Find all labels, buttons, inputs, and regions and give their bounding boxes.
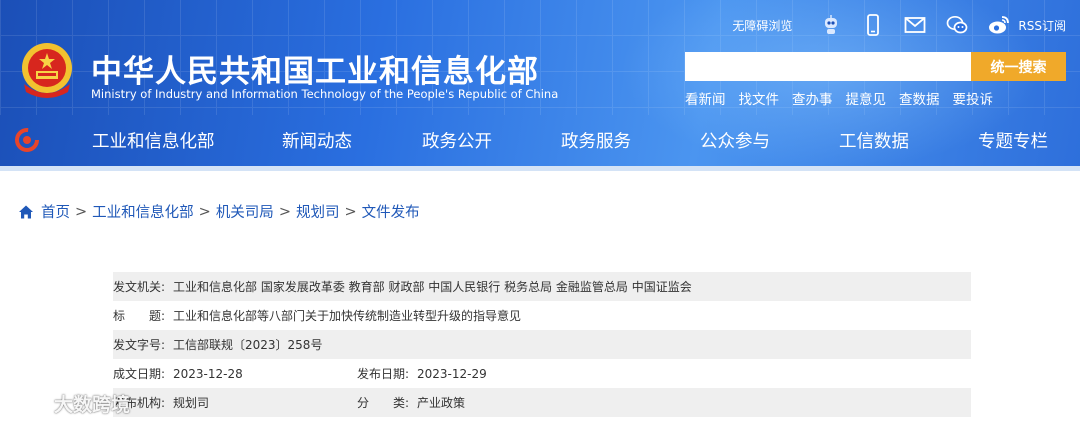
site-subtitle: Ministry of Industry and Information Tec… [91, 87, 559, 101]
nav-item-government-affairs[interactable]: 政务公开 [422, 128, 492, 153]
info-row-dates: 成文日期: 2023-12-28 发布日期: 2023-12-29 [113, 359, 971, 388]
issuer-label: 发文机关: [113, 280, 166, 294]
nav-item-public-participation[interactable]: 公众参与 [700, 128, 770, 153]
breadcrumb-departments[interactable]: 机关司局 [216, 201, 274, 222]
issuer-value: 工业和信息化部 国家发展改革委 教育部 财政部 中国人民银行 税务总局 金融监管… [173, 280, 692, 294]
national-emblem-icon [22, 43, 72, 98]
quick-link-services[interactable]: 查办事 [792, 88, 833, 108]
home-icon [19, 205, 33, 218]
robot-assistant-icon[interactable] [816, 12, 846, 38]
site-header: 中华人民共和国工业和信息化部 Ministry of Industry and … [0, 0, 1080, 171]
breadcrumb: 首页 > 工业和信息化部 > 机关司局 > 规划司 > 文件发布 [18, 201, 420, 222]
info-row-doc-number: 发文字号: 工信部联规〔2023〕258号 [113, 330, 971, 359]
quick-link-data[interactable]: 查数据 [899, 88, 940, 108]
rss-subscribe-link[interactable]: RSS订阅 [1018, 17, 1066, 34]
breadcrumb-home[interactable]: 首页 [41, 201, 70, 222]
breadcrumb-separator: > [198, 203, 211, 220]
ministry-logo-icon [15, 128, 39, 152]
publish-date-label: 发布日期: [357, 367, 410, 381]
unified-search-button[interactable]: 统一搜索 [971, 52, 1066, 81]
quick-link-complaint[interactable]: 要投诉 [953, 88, 994, 108]
wechat-icon[interactable] [942, 12, 972, 38]
breadcrumb-separator: > [344, 203, 357, 220]
nav-item-news[interactable]: 新闻动态 [282, 128, 352, 153]
nav-item-government-services[interactable]: 政务服务 [561, 128, 631, 153]
info-row-issuer: 发文机关: 工业和信息化部 国家发展改革委 教育部 财政部 中国人民银行 税务总… [113, 272, 971, 301]
search-input[interactable] [685, 52, 971, 81]
quick-links: 看新闻 找文件 查办事 提意见 查数据 要投诉 [685, 88, 1006, 108]
nav-item-industry-data[interactable]: 工信数据 [839, 128, 909, 153]
weibo-icon[interactable] [984, 12, 1014, 38]
site-title: 中华人民共和国工业和信息化部 [91, 54, 539, 90]
main-nav: 工业和信息化部 新闻动态 政务公开 政务服务 公众参与 工信数据 专题专栏 [0, 115, 1080, 165]
breadcrumb-separator: > [75, 203, 88, 220]
info-row-org-category: 发布机构: 规划司 分 类: 产业政策 [113, 388, 971, 417]
category-label: 分 类: [357, 396, 410, 410]
breadcrumb-planning-department[interactable]: 规划司 [296, 201, 340, 222]
breadcrumb-document-release[interactable]: 文件发布 [362, 201, 420, 222]
watermark: 大数跨境 [6, 388, 130, 418]
written-date-value: 2023-12-28 [173, 366, 243, 381]
publish-date-value: 2023-12-29 [417, 366, 487, 381]
title-value: 工业和信息化部等八部门关于加快传统制造业转型升级的指导意见 [173, 309, 522, 323]
org-value: 规划司 [173, 396, 210, 410]
doc-number-label: 发文字号: [113, 338, 166, 352]
nav-item-special-topics[interactable]: 专题专栏 [978, 128, 1048, 153]
category-value: 产业政策 [417, 396, 466, 410]
quick-link-feedback[interactable]: 提意见 [846, 88, 887, 108]
mobile-phone-icon[interactable] [858, 12, 888, 38]
nav-bottom-divider [0, 166, 1080, 171]
breadcrumb-separator: > [278, 203, 291, 220]
breadcrumb-ministry[interactable]: 工业和信息化部 [92, 201, 194, 222]
quick-link-news[interactable]: 看新闻 [685, 88, 726, 108]
mail-icon[interactable] [900, 12, 930, 38]
utility-bar: 无障碍浏览 RSS订阅 [732, 10, 1066, 40]
info-row-title: 标 题: 工业和信息化部等八部门关于加快传统制造业转型升级的指导意见 [113, 301, 971, 330]
title-label: 标 题: [113, 309, 166, 323]
quick-link-files[interactable]: 找文件 [739, 88, 780, 108]
watermark-text: 大数跨境 [54, 393, 131, 416]
document-info-table: 发文机关: 工业和信息化部 国家发展改革委 教育部 财政部 中国人民银行 税务总… [113, 272, 971, 417]
watermark-logo-icon [8, 391, 43, 413]
doc-number-value: 工信部联规〔2023〕258号 [173, 338, 323, 352]
written-date-label: 成文日期: [113, 367, 166, 381]
nav-item-ministry[interactable]: 工业和信息化部 [92, 128, 215, 153]
accessibility-link[interactable]: 无障碍浏览 [732, 17, 792, 34]
